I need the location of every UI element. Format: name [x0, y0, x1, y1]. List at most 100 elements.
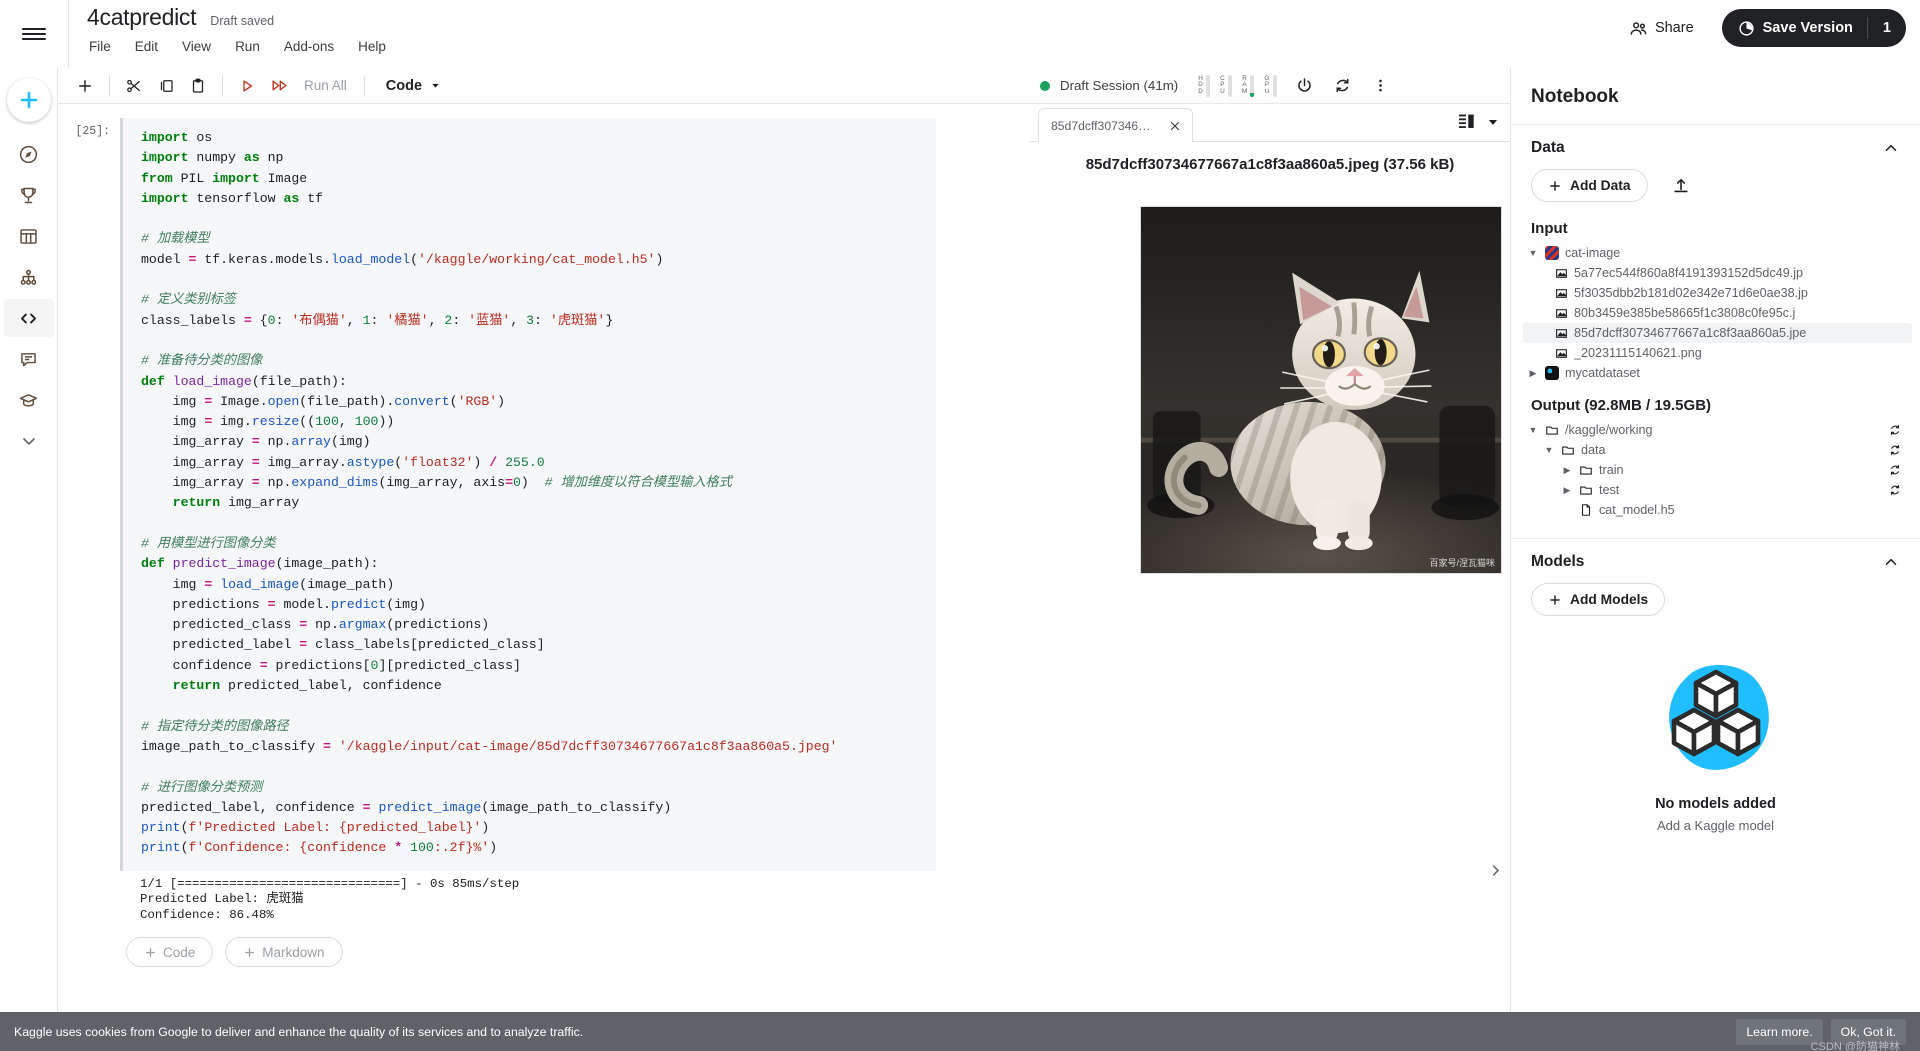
- gauge-hdd[interactable]: HDD: [1194, 74, 1214, 97]
- session-status-dot: [1040, 80, 1050, 91]
- list-item[interactable]: _20231115140621.png: [1523, 343, 1912, 363]
- chevron-down-icon[interactable]: [1486, 115, 1500, 129]
- sidebar-title: Notebook: [1531, 86, 1619, 107]
- folder-icon: [1561, 443, 1575, 457]
- draft-status: Draft saved: [210, 14, 275, 28]
- network-icon: [18, 267, 39, 288]
- fast-forward-icon: [270, 76, 289, 95]
- refresh-icon[interactable]: [1888, 483, 1912, 497]
- run-all-label[interactable]: Run All: [296, 78, 355, 93]
- folder-icon: [1545, 423, 1559, 437]
- sidebar-item-code[interactable]: [3, 299, 54, 337]
- add-markdown-cell-button[interactable]: Markdown: [225, 937, 343, 968]
- add-code-label: Code: [163, 944, 196, 960]
- add-models-button[interactable]: Add Models: [1531, 583, 1666, 616]
- models-actions: Add Models: [1511, 577, 1920, 626]
- gauge-gpu[interactable]: GPU: [1260, 74, 1280, 97]
- add-models-label: Add Models: [1570, 592, 1649, 607]
- menu-view[interactable]: View: [181, 37, 212, 56]
- data-section-header: Data: [1511, 125, 1920, 163]
- run-all-icon-button[interactable]: [264, 71, 294, 101]
- list-item-selected[interactable]: 85d7dcff30734677667a1c8f3aa860a5.jpe: [1523, 323, 1912, 343]
- caret-collapsed-icon[interactable]: ▶: [1561, 465, 1573, 476]
- save-version-button[interactable]: Save Version 1: [1721, 9, 1906, 47]
- sidebar-item-learn[interactable]: [4, 381, 54, 419]
- code-editor[interactable]: import os import numpy as np from PIL im…: [120, 118, 936, 871]
- sidebar-item-models[interactable]: [4, 258, 54, 296]
- share-button[interactable]: Share: [1619, 12, 1704, 45]
- paste-button[interactable]: [183, 71, 213, 101]
- run-cell-button[interactable]: [232, 71, 262, 101]
- restart-icon[interactable]: [1329, 72, 1357, 100]
- folder-data[interactable]: ▼ data: [1523, 440, 1912, 460]
- menu-file[interactable]: File: [88, 37, 112, 56]
- people-icon: [1629, 19, 1648, 38]
- sidebar-item-home[interactable]: [4, 135, 54, 173]
- notebook-title-zone: 4catpredict Draft saved File Edit View R…: [68, 0, 387, 68]
- add-code-cell-button[interactable]: Code: [126, 937, 214, 968]
- file-cat-model[interactable]: cat_model.h5: [1523, 500, 1912, 520]
- output-line-0: 1/1 [==============================] - 0…: [140, 876, 520, 891]
- power-icon[interactable]: [1291, 72, 1319, 100]
- gauge-ram-bar: [1250, 74, 1255, 97]
- dataset-mycatdataset[interactable]: ▶ mycatdataset: [1523, 363, 1912, 383]
- caret-expanded-icon[interactable]: ▼: [1527, 248, 1539, 258]
- gauge-cpu-bar: [1227, 74, 1232, 97]
- cut-button[interactable]: [119, 71, 149, 101]
- caret-expanded-icon[interactable]: ▼: [1543, 445, 1555, 455]
- folder-test[interactable]: ▶ test: [1523, 480, 1912, 500]
- plus-icon: [144, 946, 157, 959]
- graduation-cap-icon: [18, 390, 39, 411]
- cell-type-select[interactable]: Code: [378, 74, 450, 98]
- plus-icon: [76, 77, 94, 95]
- top-bar: 4catpredict Draft saved File Edit View R…: [0, 0, 1920, 68]
- file-name: 5f3035dbb2b181d02e342e71d6e0ae38.jp: [1574, 286, 1808, 300]
- refresh-icon[interactable]: [1888, 443, 1912, 457]
- dataset-cat-image[interactable]: ▼ cat-image: [1523, 243, 1912, 263]
- menu-run[interactable]: Run: [234, 37, 261, 56]
- add-cell-button[interactable]: [70, 71, 100, 101]
- menu-help[interactable]: Help: [357, 37, 387, 56]
- list-item[interactable]: 80b3459e385be58665f1c3808c0fe95c.j: [1523, 303, 1912, 323]
- caret-collapsed-icon[interactable]: ▶: [1561, 485, 1573, 496]
- menu-bar: File Edit View Run Add-ons Help: [79, 37, 387, 56]
- dataset-name: cat-image: [1565, 246, 1621, 260]
- sidebar-item-discussions[interactable]: [4, 340, 54, 378]
- menu-hamburger-icon[interactable]: [0, 0, 68, 68]
- compass-icon: [18, 144, 39, 165]
- collapse-models-icon[interactable]: [1882, 553, 1900, 571]
- list-view-icon[interactable]: [1458, 113, 1477, 130]
- copy-button[interactable]: [151, 71, 181, 101]
- menu-addons[interactable]: Add-ons: [283, 37, 335, 56]
- viewer-next-arrow[interactable]: [1486, 861, 1504, 879]
- upload-icon[interactable]: [1668, 173, 1694, 199]
- gauge-cpu[interactable]: CPU: [1216, 74, 1236, 97]
- gauge-ram[interactable]: RAM: [1238, 74, 1259, 97]
- add-data-button[interactable]: Add Data: [1531, 169, 1648, 202]
- sidebar-item-datasets[interactable]: [4, 217, 54, 255]
- image-preview[interactable]: 百家号/涅瓦猫咪: [1140, 206, 1502, 574]
- refresh-icon[interactable]: [1888, 423, 1912, 437]
- more-vertical-icon[interactable]: [1367, 72, 1395, 100]
- viewer-tab[interactable]: 85d7dcff30734677...: [1038, 108, 1193, 142]
- folder-kaggle-working[interactable]: ▼ /kaggle/working: [1523, 420, 1912, 440]
- list-item[interactable]: 5a77ec544f860a8f4191393152d5dc49.jp: [1523, 263, 1912, 283]
- clipboard-icon: [189, 77, 207, 95]
- plus-icon: [243, 946, 256, 959]
- create-button[interactable]: [6, 78, 51, 122]
- sidebar-item-competitions[interactable]: [4, 176, 54, 214]
- menu-edit[interactable]: Edit: [134, 37, 159, 56]
- gauge-cpu-label: CPU: [1220, 74, 1225, 95]
- caret-collapsed-icon[interactable]: ▶: [1527, 368, 1539, 379]
- list-item[interactable]: 5f3035dbb2b181d02e342e71d6e0ae38.jp: [1523, 283, 1912, 303]
- output-tree: ▼ /kaggle/working ▼ data ▶ train ▶ test …: [1511, 420, 1920, 520]
- folder-train[interactable]: ▶ train: [1523, 460, 1912, 480]
- caret-expanded-icon[interactable]: ▼: [1527, 425, 1539, 435]
- rail-more-button[interactable]: [4, 422, 54, 460]
- close-icon[interactable]: [1166, 117, 1184, 135]
- collapse-data-icon[interactable]: [1882, 139, 1900, 157]
- chevron-down-icon: [429, 79, 442, 92]
- refresh-icon[interactable]: [1888, 463, 1912, 477]
- viewer-tab-strip: 85d7dcff30734677...: [1030, 104, 1510, 142]
- top-right-actions: Share Save Version 1: [1619, 9, 1906, 47]
